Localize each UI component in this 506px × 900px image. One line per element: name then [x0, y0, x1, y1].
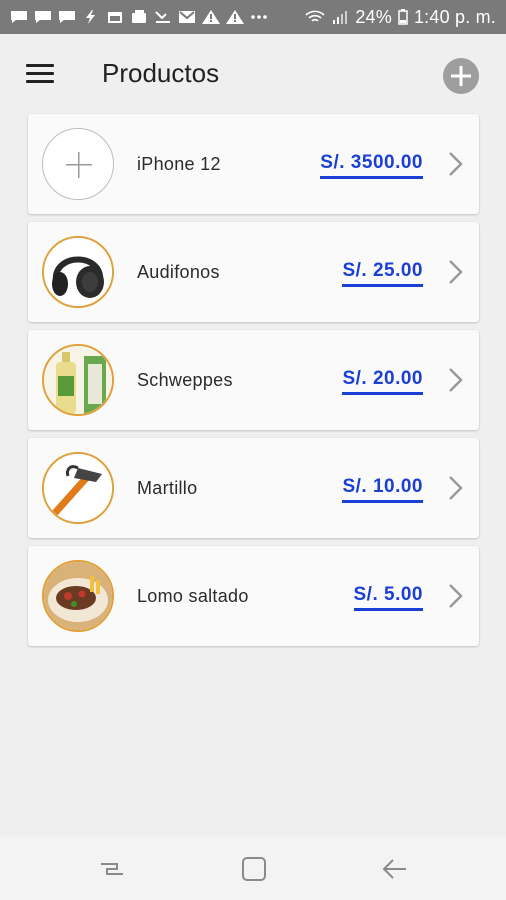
gmail-icon [179, 11, 195, 23]
chevron-right-icon [449, 584, 463, 608]
headphones-photo [42, 236, 114, 308]
message-icon [11, 11, 27, 23]
status-bar: 24% 1:40 p. m. [0, 0, 506, 34]
product-name: iPhone 12 [137, 154, 221, 174]
notification-icons [10, 10, 268, 24]
system-nav-bar [0, 836, 506, 900]
home-icon[interactable] [239, 854, 269, 884]
product-price: S/. 5.00 [353, 584, 423, 611]
product-card[interactable]: Audifonos S/. 25.00 [28, 222, 479, 322]
product-card[interactable]: Lomo saltado S/. 5.00 [28, 546, 479, 646]
placeholder-plus-icon [42, 128, 114, 200]
wallet-icon [132, 10, 146, 23]
chevron-right-icon [449, 152, 463, 176]
battery-percent: 24% [355, 6, 392, 27]
signal-icon [333, 11, 348, 24]
message-icon [59, 11, 75, 23]
product-card[interactable]: Martillo S/. 10.00 [28, 438, 479, 538]
product-price: S/. 25.00 [342, 260, 423, 287]
hamburger-icon[interactable] [26, 64, 54, 86]
product-card[interactable]: Schweppes S/. 20.00 [28, 330, 479, 430]
warning-icon [202, 10, 220, 24]
bottle-photo [42, 344, 114, 416]
chevron-right-icon [449, 368, 463, 392]
more-icon [251, 15, 267, 19]
app-bar: Productos [0, 34, 506, 114]
product-name: Lomo saltado [137, 586, 249, 606]
system-icons: 24% 1:40 p. m. [305, 7, 496, 28]
add-circle-icon [451, 66, 471, 86]
product-price: S/. 10.00 [342, 476, 423, 503]
wifi-icon [305, 10, 325, 22]
battery-icon [398, 9, 408, 25]
recents-icon[interactable] [97, 854, 127, 884]
back-icon[interactable] [380, 854, 410, 884]
product-name: Martillo [137, 478, 198, 498]
product-list: iPhone 12 S/. 3500.00 Audifonos S/. 25.0… [28, 114, 479, 654]
missed-call-icon [155, 11, 170, 23]
clock: 1:40 p. m. [413, 6, 496, 27]
add-product-button[interactable] [443, 58, 479, 94]
message-icon [35, 11, 51, 23]
chevron-right-icon [449, 476, 463, 500]
dish-photo [42, 560, 114, 632]
product-price: S/. 3500.00 [320, 152, 423, 179]
warning-icon [226, 10, 244, 24]
product-price: S/. 20.00 [342, 368, 423, 395]
calendar-icon [108, 12, 122, 23]
chevron-right-icon [449, 260, 463, 284]
flash-icon [86, 10, 95, 24]
product-name: Audifonos [137, 262, 220, 282]
hammer-photo [42, 452, 114, 524]
product-name: Schweppes [137, 370, 233, 390]
product-card[interactable]: iPhone 12 S/. 3500.00 [28, 114, 479, 214]
page-title: Productos [102, 58, 220, 88]
